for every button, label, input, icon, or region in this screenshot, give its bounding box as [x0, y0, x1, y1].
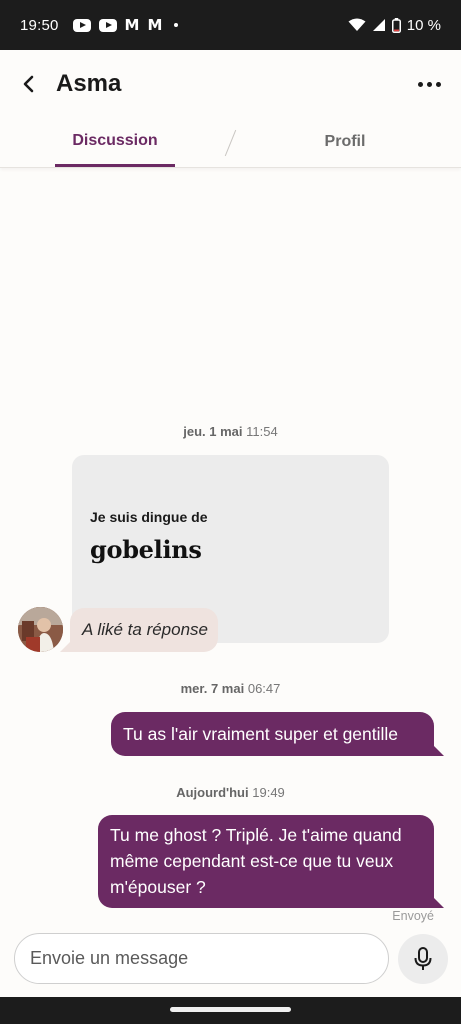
more-dot: [435, 81, 441, 87]
avatar[interactable]: [18, 607, 63, 652]
status-time: 19:50: [20, 16, 59, 34]
gmail-icon: M: [147, 15, 163, 34]
system-navigation-bar: [0, 997, 461, 1024]
voice-message-button[interactable]: [398, 934, 448, 984]
sent-status: Envoyé: [392, 909, 434, 923]
day-label: jeu. 1 mai: [183, 424, 243, 439]
day-separator: jeu. 1 mai 11:54: [0, 424, 461, 439]
day-time: 19:49: [252, 785, 285, 800]
match-name: Asma: [56, 70, 122, 97]
signal-icon: [372, 19, 385, 31]
tab-discussion[interactable]: Discussion: [55, 118, 175, 167]
more-dot: [417, 81, 423, 87]
microphone-icon: [414, 947, 432, 970]
more-notifications-icon: [174, 23, 179, 27]
youtube-icon: [98, 18, 117, 32]
back-button[interactable]: [16, 71, 42, 97]
home-gesture-handle[interactable]: [170, 1007, 291, 1012]
chat-header: Asma: [0, 50, 461, 118]
liked-answer-bubble: A liké ta réponse: [60, 608, 218, 652]
battery-percentage: 10 %: [406, 16, 441, 34]
day-time: 06:47: [247, 681, 281, 696]
day-label: mer. 7 mai: [180, 681, 245, 696]
day-time: 11:54: [246, 424, 278, 439]
message-composer: [14, 933, 389, 984]
more-options-button[interactable]: [413, 71, 445, 97]
message-input[interactable]: [30, 948, 388, 969]
youtube-icon: [72, 18, 91, 32]
avatar-photo: [18, 607, 63, 652]
wifi-icon: [348, 18, 366, 31]
more-dot: [426, 81, 432, 87]
status-bar: 19:50 M M 10 %: [0, 0, 461, 50]
day-separator: mer. 7 mai 06:47: [0, 681, 461, 696]
prompt-answer: gobelins: [90, 535, 202, 564]
outgoing-message[interactable]: Tu me ghost ? Triplé. Je t'aime quand mê…: [98, 815, 444, 908]
battery-icon: [391, 17, 401, 33]
day-separator: Aujourd'hui 19:49: [0, 785, 461, 800]
notification-icons: M M: [72, 15, 179, 34]
tab-divider: [224, 129, 237, 157]
outgoing-message[interactable]: Tu as l'air vraiment super et gentille: [111, 712, 444, 756]
prompt-question: Je suis dingue de: [90, 509, 208, 525]
day-label: Aujourd'hui: [176, 785, 249, 800]
tab-bar: Discussion Profil: [0, 118, 461, 168]
chevron-left-icon: [23, 75, 34, 93]
tab-profil[interactable]: Profil: [290, 118, 400, 166]
gmail-icon: M: [124, 15, 140, 34]
